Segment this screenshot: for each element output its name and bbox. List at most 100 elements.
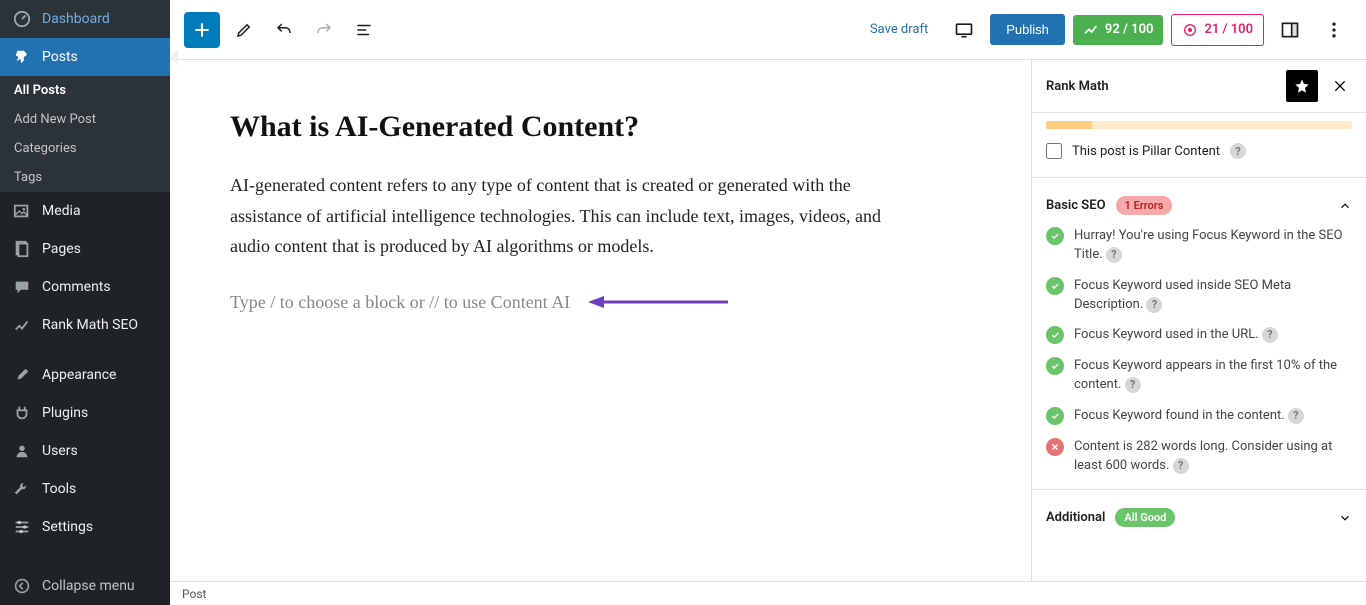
sidebar-item-comments[interactable]: Comments bbox=[0, 268, 170, 306]
sidebar-item-tools[interactable]: Tools bbox=[0, 470, 170, 508]
help-icon[interactable]: ? bbox=[1262, 327, 1278, 343]
user-icon bbox=[12, 441, 32, 461]
check-ok-icon bbox=[1046, 357, 1064, 375]
sidebar-item-label: Tools bbox=[42, 481, 76, 497]
sidebar-item-rank-math-seo[interactable]: Rank Math SEO bbox=[0, 306, 170, 344]
star-icon bbox=[1294, 78, 1310, 94]
edit-mode-button[interactable] bbox=[228, 14, 260, 46]
dashboard-icon bbox=[12, 9, 32, 29]
sidebar-item-appearance[interactable]: Appearance bbox=[0, 356, 170, 394]
seo-check-text: Focus Keyword found in the content. ? bbox=[1074, 407, 1352, 426]
sidebar-item-label: Settings bbox=[42, 519, 93, 535]
seo-check-text: Hurray! You're using Focus Keyword in th… bbox=[1074, 227, 1352, 265]
sidebar-item-dashboard[interactable]: Dashboard bbox=[0, 0, 170, 38]
seo-check-item: Focus Keyword found in the content. ? bbox=[1046, 407, 1352, 426]
content-ai-score-value: 21 / 100 bbox=[1204, 22, 1253, 37]
subitem-tags[interactable]: Tags bbox=[0, 163, 170, 192]
annotation-arrow-icon bbox=[588, 292, 728, 312]
pin-icon bbox=[12, 47, 32, 67]
help-icon[interactable]: ? bbox=[1230, 143, 1246, 159]
check-ok-icon bbox=[1046, 326, 1064, 344]
pillar-content-checkbox[interactable] bbox=[1046, 143, 1062, 159]
subitem-add-new-post[interactable]: Add New Post bbox=[0, 105, 170, 134]
breadcrumb-label: Post bbox=[182, 587, 206, 601]
close-panel-button[interactable] bbox=[1328, 74, 1352, 98]
error-chip: 1 Errors bbox=[1116, 196, 1173, 215]
post-title[interactable]: What is AI-Generated Content? bbox=[230, 110, 971, 144]
section-basic-seo[interactable]: Basic SEO 1 Errors bbox=[1032, 178, 1366, 227]
target-icon bbox=[1182, 22, 1198, 38]
help-icon[interactable]: ? bbox=[1173, 458, 1189, 474]
chart-icon bbox=[12, 315, 32, 335]
collapse-label: Collapse menu bbox=[42, 578, 135, 594]
sidebar-item-posts[interactable]: Posts bbox=[0, 38, 170, 76]
undo-button[interactable] bbox=[268, 14, 300, 46]
seo-check-item: Focus Keyword used in the URL. ? bbox=[1046, 326, 1352, 345]
sidebar-item-plugins[interactable]: Plugins bbox=[0, 394, 170, 432]
seo-score-value: 92 / 100 bbox=[1105, 22, 1154, 37]
editor-toolbar: Save draft Publish 92 / 100 21 / 100 bbox=[170, 0, 1366, 60]
seo-check-text: Content is 282 words long. Consider usin… bbox=[1074, 438, 1352, 476]
media-icon bbox=[12, 201, 32, 221]
seo-check-item: Content is 282 words long. Consider usin… bbox=[1046, 438, 1352, 476]
collapse-menu[interactable]: Collapse menu bbox=[0, 567, 170, 605]
score-strip bbox=[1046, 121, 1352, 129]
document-overview-button[interactable] bbox=[348, 14, 380, 46]
section-label: Basic SEO bbox=[1046, 198, 1106, 213]
seo-check-text: Focus Keyword used in the URL. ? bbox=[1074, 326, 1352, 345]
star-button[interactable] bbox=[1286, 70, 1318, 102]
seo-check-item: Hurray! You're using Focus Keyword in th… bbox=[1046, 227, 1352, 265]
chevron-up-icon bbox=[1338, 199, 1352, 213]
ok-chip: All Good bbox=[1115, 508, 1175, 527]
panel-title: Rank Math bbox=[1046, 79, 1276, 94]
help-icon[interactable]: ? bbox=[1106, 247, 1122, 263]
help-icon[interactable]: ? bbox=[1146, 297, 1162, 313]
section-additional[interactable]: Additional All Good bbox=[1032, 490, 1366, 539]
sidebar-item-users[interactable]: Users bbox=[0, 432, 170, 470]
save-draft-button[interactable]: Save draft bbox=[860, 16, 938, 43]
options-menu-button[interactable] bbox=[1316, 12, 1352, 48]
check-ok-icon bbox=[1046, 407, 1064, 425]
editor-canvas[interactable]: What is AI-Generated Content? AI-generat… bbox=[170, 60, 1031, 581]
sidebar-item-label: Users bbox=[42, 443, 78, 459]
check-ok-icon bbox=[1046, 227, 1064, 245]
check-fail-icon bbox=[1046, 438, 1064, 456]
subitem-categories[interactable]: Categories bbox=[0, 134, 170, 163]
sidebar-item-settings[interactable]: Settings bbox=[0, 508, 170, 546]
plug-icon bbox=[12, 403, 32, 423]
sidebar-item-pages[interactable]: Pages bbox=[0, 230, 170, 268]
breadcrumb[interactable]: Post bbox=[170, 581, 1366, 605]
pages-icon bbox=[12, 239, 32, 259]
sidebar-item-media[interactable]: Media bbox=[0, 192, 170, 230]
posts-submenu: All Posts Add New Post Categories Tags bbox=[0, 76, 170, 192]
sidebar-item-label: Comments bbox=[42, 279, 111, 295]
comments-icon bbox=[12, 277, 32, 297]
check-ok-icon bbox=[1046, 277, 1064, 295]
trend-up-icon bbox=[1083, 22, 1099, 38]
seo-check-item: Focus Keyword used inside SEO Meta Descr… bbox=[1046, 277, 1352, 315]
sidebar-item-label: Posts bbox=[42, 49, 78, 65]
wrench-icon bbox=[12, 479, 32, 499]
sidebar-item-label: Rank Math SEO bbox=[42, 317, 138, 333]
content-ai-score-badge[interactable]: 21 / 100 bbox=[1171, 14, 1264, 46]
collapse-icon bbox=[12, 576, 32, 596]
seo-score-badge[interactable]: 92 / 100 bbox=[1073, 15, 1164, 45]
redo-button[interactable] bbox=[308, 14, 340, 46]
sidebar-item-label: Pages bbox=[42, 241, 81, 257]
seo-check-text: Focus Keyword used inside SEO Meta Descr… bbox=[1074, 277, 1352, 315]
brush-icon bbox=[12, 365, 32, 385]
seo-check-item: Focus Keyword appears in the first 10% o… bbox=[1046, 357, 1352, 395]
publish-button[interactable]: Publish bbox=[990, 14, 1065, 45]
help-icon[interactable]: ? bbox=[1125, 377, 1141, 393]
settings-panel-toggle[interactable] bbox=[1272, 12, 1308, 48]
rank-math-panel: Rank Math This post is Pillar Content ? … bbox=[1031, 60, 1366, 581]
seo-check-list: Hurray! You're using Focus Keyword in th… bbox=[1032, 227, 1366, 490]
help-icon[interactable]: ? bbox=[1288, 408, 1304, 424]
preview-button[interactable] bbox=[946, 12, 982, 48]
add-block-button[interactable] bbox=[184, 12, 220, 48]
post-body[interactable]: AI-generated content refers to any type … bbox=[230, 170, 910, 262]
block-placeholder[interactable]: Type / to choose a block or // to use Co… bbox=[230, 292, 570, 313]
pillar-label: This post is Pillar Content bbox=[1072, 144, 1220, 159]
chevron-down-icon bbox=[1338, 511, 1352, 525]
subitem-all-posts[interactable]: All Posts bbox=[0, 76, 170, 105]
